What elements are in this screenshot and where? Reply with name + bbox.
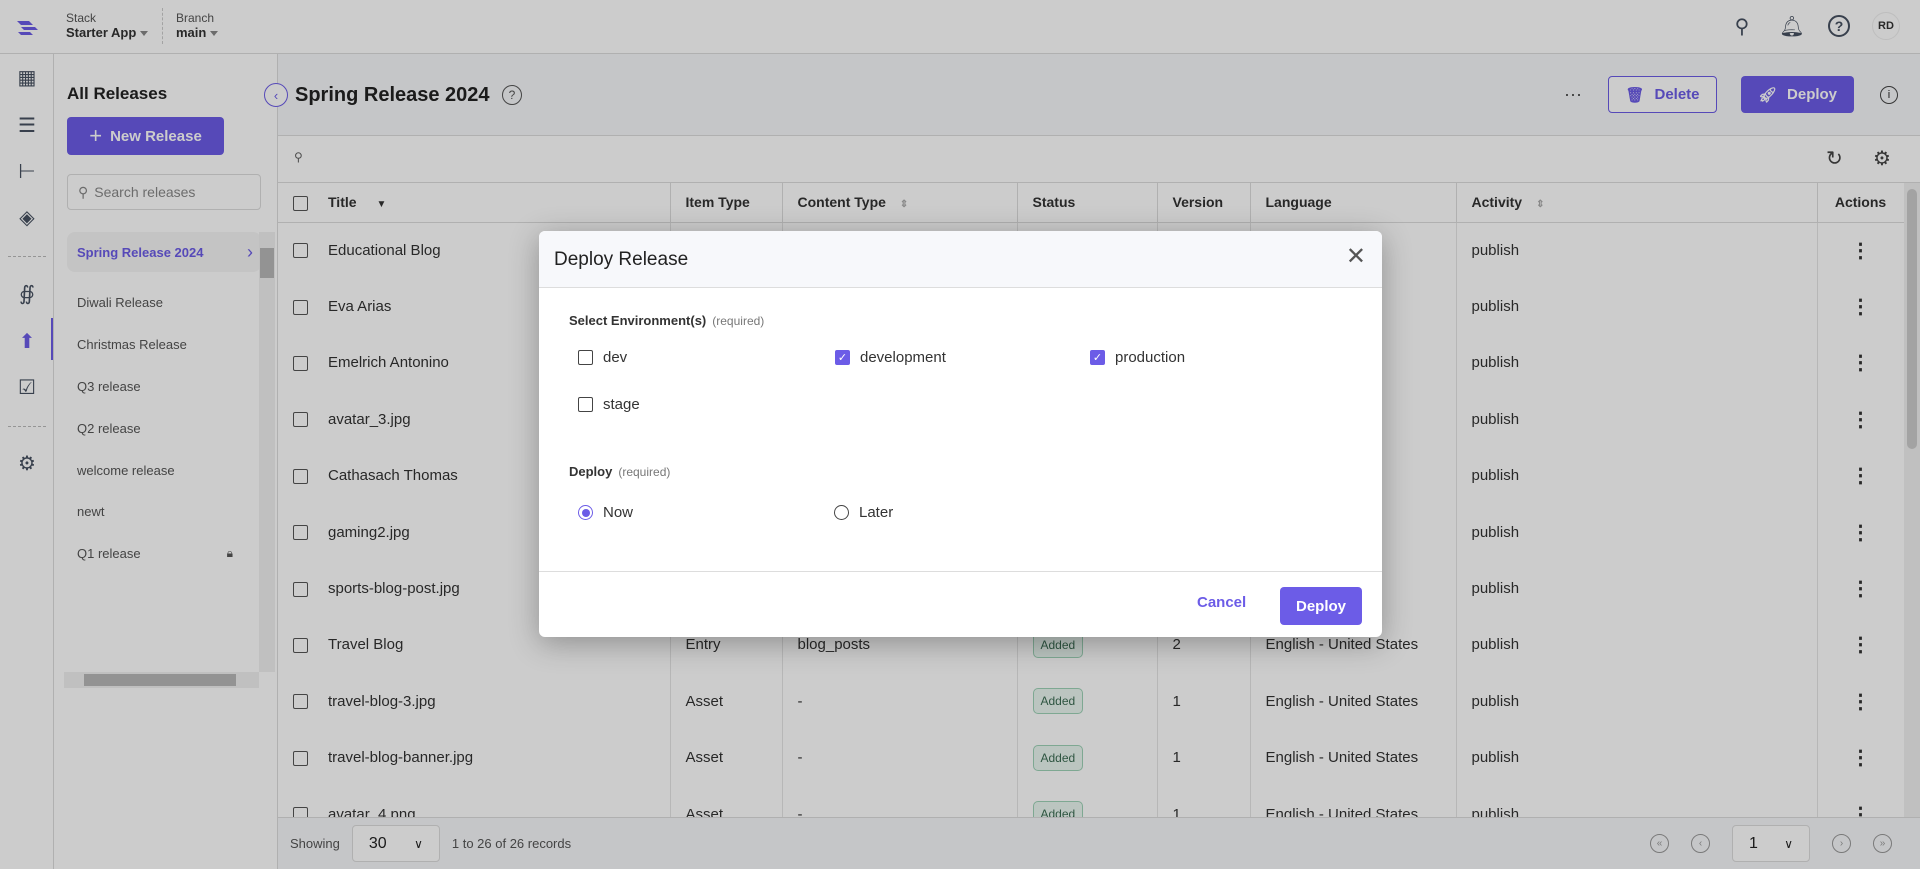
env-checkbox-development[interactable]: ✓ development [835,349,946,366]
radio[interactable] [834,505,849,520]
deploy-release-modal: Deploy Release ✕ Select Environment(s) (re… [539,231,1382,637]
env-checkbox-stage[interactable]: stage [578,396,640,413]
radio-selected[interactable] [578,505,593,520]
checkbox[interactable] [578,397,593,412]
env-checkbox-dev[interactable]: dev [578,349,627,366]
cancel-button[interactable]: Cancel [1197,594,1246,611]
modal-title: Deploy Release [554,249,689,270]
deploy-later-radio[interactable]: Later [834,504,893,521]
close-icon[interactable]: ✕ [1346,245,1366,269]
deploy-label: Deploy (required) [569,464,671,479]
modal-footer: Cancel Deploy [539,571,1382,637]
env-checkbox-production[interactable]: ✓ production [1090,349,1185,366]
deploy-now-radio[interactable]: Now [578,504,633,521]
environments-label: Select Environment(s) (required) [569,313,765,328]
checkmark-icon[interactable]: ✓ [1090,350,1105,365]
confirm-deploy-button[interactable]: Deploy [1280,587,1362,625]
checkmark-icon[interactable]: ✓ [835,350,850,365]
checkbox[interactable] [578,350,593,365]
